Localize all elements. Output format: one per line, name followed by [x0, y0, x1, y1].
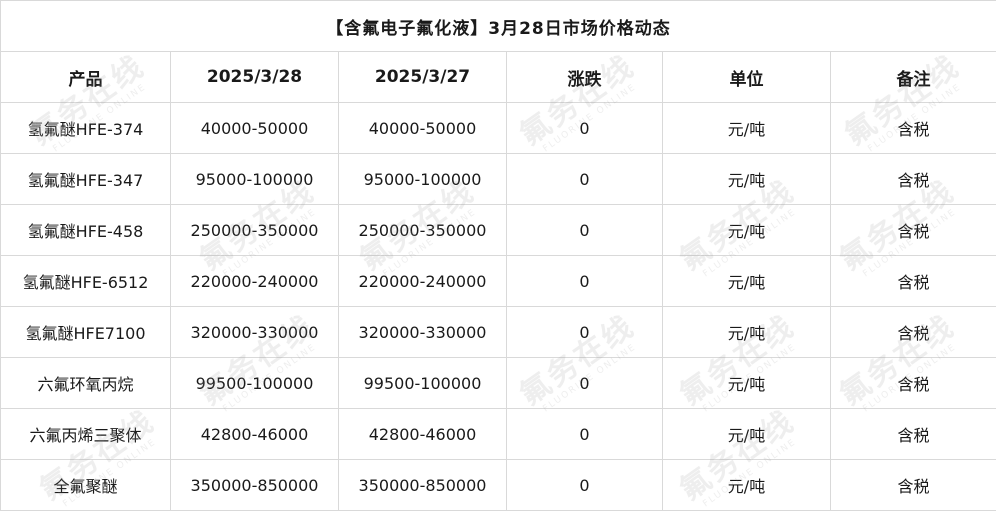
product-name: 六氟丙烯三聚体 — [1, 409, 171, 460]
price-0328: 320000-330000 — [171, 307, 339, 358]
price-0328: 250000-350000 — [171, 205, 339, 256]
price-0327: 320000-330000 — [339, 307, 507, 358]
price-0328: 42800-46000 — [171, 409, 339, 460]
price-0327: 220000-240000 — [339, 256, 507, 307]
header-unit: 单位 — [663, 52, 831, 103]
price-unit: 元/吨 — [663, 358, 831, 409]
price-0328: 95000-100000 — [171, 154, 339, 205]
product-name: 氢氟醚HFE-6512 — [1, 256, 171, 307]
price-change: 0 — [507, 307, 663, 358]
header-row: 产品 2025/3/28 2025/3/27 涨跌 单位 备注 — [1, 52, 996, 103]
header-date-0328: 2025/3/28 — [171, 52, 339, 103]
table-row: 氢氟醚HFE-6512 220000-240000 220000-240000 … — [1, 256, 996, 307]
header-product: 产品 — [1, 52, 171, 103]
price-note: 含税 — [831, 307, 996, 358]
table-title: 【含氟电子氟化液】3月28日市场价格动态 — [1, 1, 996, 52]
price-0327: 99500-100000 — [339, 358, 507, 409]
product-name: 六氟环氧丙烷 — [1, 358, 171, 409]
price-note: 含税 — [831, 409, 996, 460]
price-note: 含税 — [831, 460, 996, 511]
price-change: 0 — [507, 154, 663, 205]
price-change: 0 — [507, 358, 663, 409]
price-unit: 元/吨 — [663, 205, 831, 256]
price-unit: 元/吨 — [663, 409, 831, 460]
price-change: 0 — [507, 256, 663, 307]
price-change: 0 — [507, 460, 663, 511]
product-name: 氢氟醚HFE-458 — [1, 205, 171, 256]
price-0327: 40000-50000 — [339, 103, 507, 154]
header-note: 备注 — [831, 52, 996, 103]
price-change: 0 — [507, 205, 663, 256]
table-row: 氢氟醚HFE7100 320000-330000 320000-330000 0… — [1, 307, 996, 358]
price-0328: 40000-50000 — [171, 103, 339, 154]
price-0328: 350000-850000 — [171, 460, 339, 511]
price-change: 0 — [507, 409, 663, 460]
price-unit: 元/吨 — [663, 307, 831, 358]
price-note: 含税 — [831, 103, 996, 154]
price-0328: 220000-240000 — [171, 256, 339, 307]
table-row: 全氟聚醚 350000-850000 350000-850000 0 元/吨 含… — [1, 460, 996, 511]
price-unit: 元/吨 — [663, 154, 831, 205]
price-note: 含税 — [831, 358, 996, 409]
price-table: 【含氟电子氟化液】3月28日市场价格动态 产品 2025/3/28 2025/3… — [0, 0, 996, 511]
price-unit: 元/吨 — [663, 256, 831, 307]
table-row: 氢氟醚HFE-458 250000-350000 250000-350000 0… — [1, 205, 996, 256]
price-change: 0 — [507, 103, 663, 154]
price-0327: 350000-850000 — [339, 460, 507, 511]
product-name: 氢氟醚HFE-347 — [1, 154, 171, 205]
price-0327: 95000-100000 — [339, 154, 507, 205]
table-row: 氢氟醚HFE-347 95000-100000 95000-100000 0 元… — [1, 154, 996, 205]
price-note: 含税 — [831, 154, 996, 205]
product-name: 氢氟醚HFE7100 — [1, 307, 171, 358]
price-unit: 元/吨 — [663, 103, 831, 154]
header-date-0327: 2025/3/27 — [339, 52, 507, 103]
header-change: 涨跌 — [507, 52, 663, 103]
table-row: 六氟环氧丙烷 99500-100000 99500-100000 0 元/吨 含… — [1, 358, 996, 409]
product-name: 全氟聚醚 — [1, 460, 171, 511]
price-0327: 250000-350000 — [339, 205, 507, 256]
price-note: 含税 — [831, 205, 996, 256]
title-row: 【含氟电子氟化液】3月28日市场价格动态 — [1, 1, 996, 52]
price-note: 含税 — [831, 256, 996, 307]
table-row: 六氟丙烯三聚体 42800-46000 42800-46000 0 元/吨 含税 — [1, 409, 996, 460]
table-row: 氢氟醚HFE-374 40000-50000 40000-50000 0 元/吨… — [1, 103, 996, 154]
price-unit: 元/吨 — [663, 460, 831, 511]
price-0327: 42800-46000 — [339, 409, 507, 460]
price-0328: 99500-100000 — [171, 358, 339, 409]
product-name: 氢氟醚HFE-374 — [1, 103, 171, 154]
